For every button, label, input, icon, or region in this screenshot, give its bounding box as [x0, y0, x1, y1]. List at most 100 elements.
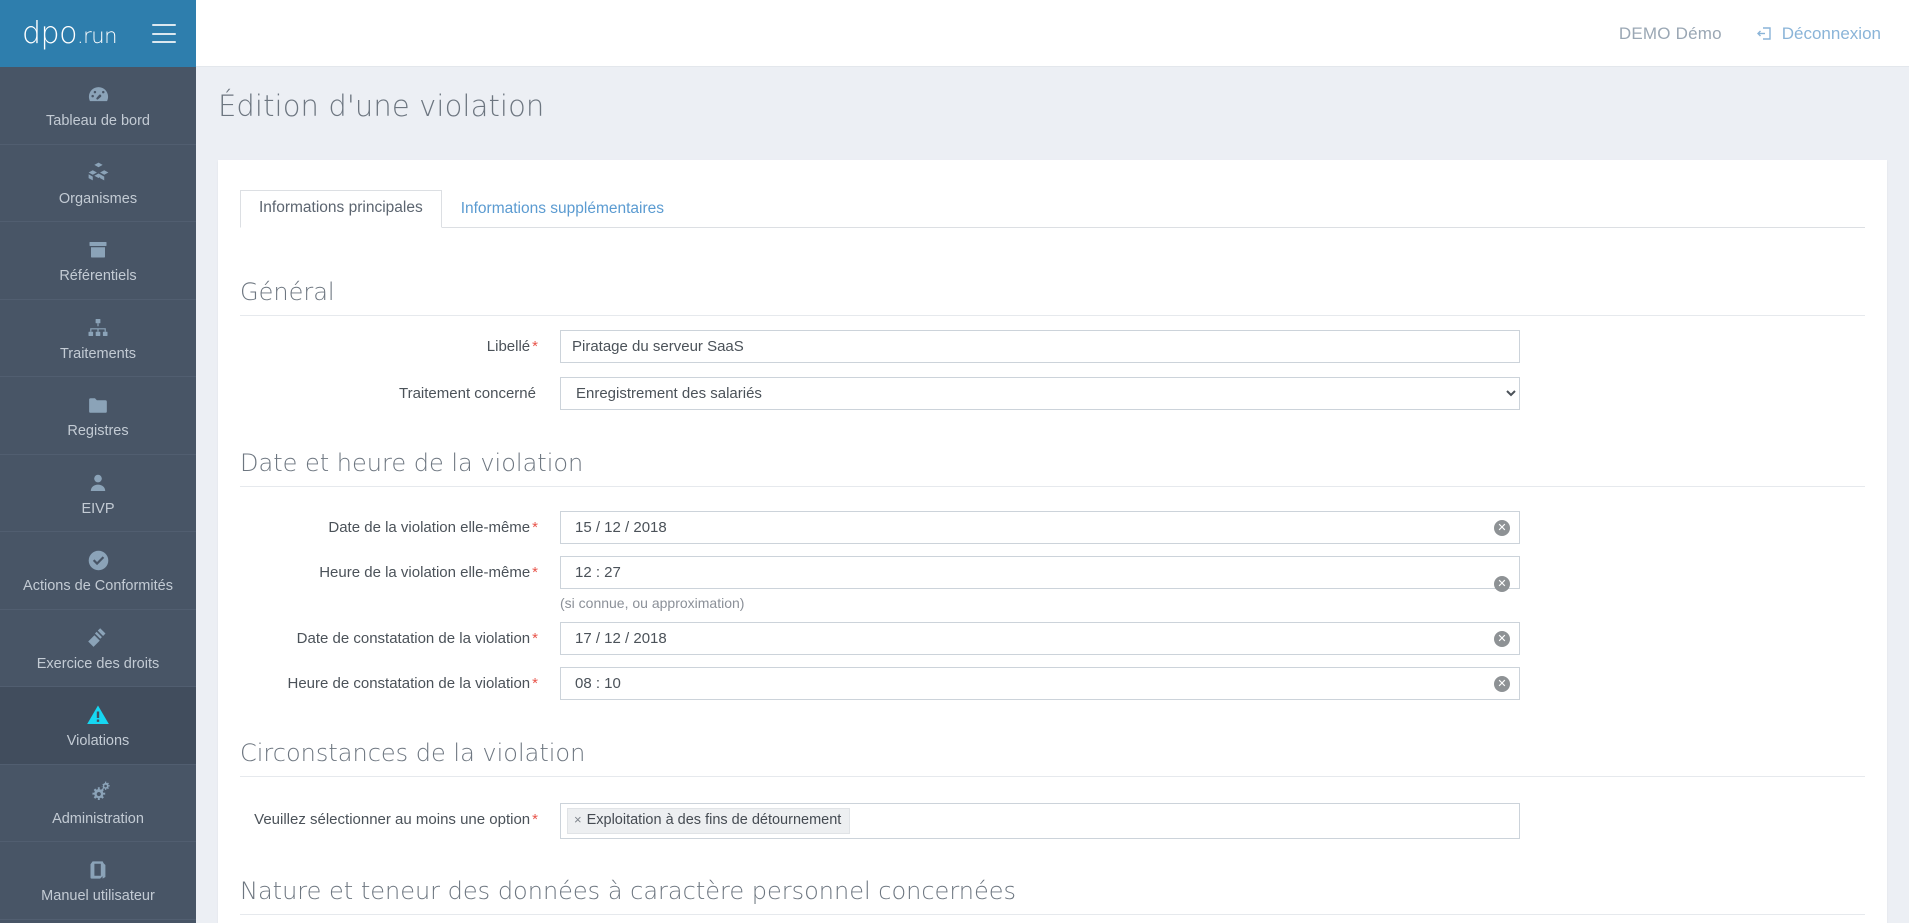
- field-label-libelle: Libellé *: [240, 330, 560, 357]
- sidebar-item-organismes[interactable]: Organismes: [0, 145, 196, 222]
- required-marker: *: [532, 675, 538, 692]
- cubes-icon: [85, 160, 111, 186]
- date-violation-input[interactable]: [560, 511, 1520, 544]
- field-label-date-constatation: Date de constatation de la violation *: [240, 622, 560, 649]
- sidebar-item-violations[interactable]: Violations: [0, 687, 196, 765]
- folder-icon: [85, 392, 111, 418]
- field-label-heure-violation: Heure de la violation elle-même *: [240, 556, 560, 583]
- sidebar-item-exercice-des-droits[interactable]: Exercice des droits: [0, 610, 196, 687]
- sidebar-item-referentiels[interactable]: Référentiels: [0, 222, 196, 300]
- field-label-text: Veuillez sélectionner au moins une optio…: [254, 811, 531, 828]
- content-panel: Informations principales Informations su…: [218, 160, 1887, 923]
- field-label-text: Date de constatation de la violation: [296, 630, 531, 647]
- field-label-text: Libellé: [486, 338, 531, 355]
- field-label-text: Heure de constatation de la violation: [287, 675, 531, 692]
- hamburger-icon[interactable]: [152, 24, 176, 43]
- check-circle-icon: [85, 547, 111, 573]
- date-constatation-input[interactable]: [560, 622, 1520, 655]
- main-content: Édition d'une violation Informations pri…: [196, 67, 1909, 923]
- field-control-heure-constatation: ✕: [560, 667, 1520, 700]
- clear-circle-icon[interactable]: ✕: [1494, 630, 1510, 647]
- required-marker: *: [532, 338, 538, 355]
- app-logo-suffix: .run: [76, 23, 117, 48]
- heure-violation-hint: (si connue, ou approximation): [560, 595, 745, 611]
- selected-tag[interactable]: × Exploitation à des fins de détournemen…: [567, 808, 851, 834]
- field-row-traitement: Traitement concerné Enregistrement des s…: [240, 377, 1865, 410]
- sidebar-item-label: Tableau de bord: [46, 113, 150, 129]
- logout-icon: [1756, 25, 1773, 42]
- form-area: Général Libellé* Traitement concerné Enr…: [218, 278, 1887, 915]
- gears-icon: [85, 780, 111, 806]
- sidebar: Tableau de bord Organismes Référentiels …: [0, 67, 196, 923]
- hamburger-bar: [152, 41, 176, 43]
- field-label-date-violation: Date de la violation elle-même *: [240, 511, 560, 538]
- logout-button[interactable]: Déconnexion: [1756, 24, 1881, 44]
- sidebar-item-label: Traitements: [59, 345, 136, 362]
- required-marker: *: [532, 811, 538, 828]
- section-title-datetime: Date et heure de la violation: [240, 449, 1865, 487]
- sidebar-item-tableau-de-bord[interactable]: Tableau de bord: [0, 67, 196, 145]
- current-user-label: DEMO Démo: [1618, 23, 1722, 43]
- gavel-icon: [85, 625, 111, 651]
- brand-block: dpo.run: [0, 0, 196, 67]
- traitement-select[interactable]: Enregistrement des salariés: [560, 377, 1520, 410]
- sidebar-item-label: Référentiels: [59, 268, 137, 284]
- libelle-input[interactable]: [560, 330, 1520, 363]
- clear-circle-icon[interactable]: ✕: [1494, 519, 1510, 536]
- top-bar: dpo.run DEMO Démo Déconnexion: [0, 0, 1909, 67]
- sidebar-item-label: Administration: [52, 810, 144, 827]
- hamburger-bar: [152, 24, 176, 26]
- sidebar-item-traitements[interactable]: Traitements: [0, 300, 196, 377]
- sidebar-item-administration[interactable]: Administration: [0, 765, 196, 842]
- tag-remove-icon[interactable]: ×: [574, 812, 582, 829]
- field-row-date-violation: Date de la violation elle-même* ✕: [240, 511, 1865, 544]
- sidebar-item-registres[interactable]: Registres: [0, 377, 196, 455]
- required-marker: *: [532, 519, 538, 536]
- book-icon: [85, 857, 111, 883]
- field-label-text: Heure de la violation elle-même: [319, 564, 531, 581]
- sidebar-item-label: Manuel utilisateur: [41, 888, 155, 904]
- field-control-heure-violation: ✕ (si connue, ou approximation): [560, 556, 1520, 611]
- circonstances-multiselect[interactable]: × Exploitation à des fins de détournemen…: [560, 803, 1520, 839]
- required-marker: *: [532, 630, 538, 647]
- field-label-traitement: Traitement concerné: [240, 377, 560, 404]
- dashboard-icon: [85, 82, 111, 108]
- hamburger-bar: [152, 32, 176, 35]
- field-row-circonstances: Veuillez sélectionner au moins une optio…: [240, 803, 1865, 839]
- sidebar-item-label: Exercice des droits: [36, 655, 160, 672]
- section-title-general: Général: [240, 278, 1865, 316]
- field-control-libelle: [560, 330, 1520, 363]
- field-label-heure-constatation: Heure de constatation de la violation *: [240, 667, 560, 694]
- sidebar-item-label: Violations: [66, 733, 130, 749]
- sidebar-item-label: Organismes: [58, 190, 138, 207]
- field-label-text: Date de la violation elle-même: [328, 519, 531, 536]
- heure-violation-input[interactable]: [560, 556, 1520, 589]
- field-label-circonstances: Veuillez sélectionner au moins une optio…: [240, 803, 560, 830]
- app-logo[interactable]: dpo.run: [22, 15, 117, 51]
- page-title: Édition d'une violation: [218, 89, 545, 123]
- tab-informations-principales[interactable]: Informations principales: [240, 190, 442, 228]
- field-label-text: Traitement concerné: [398, 385, 536, 402]
- heure-constatation-input[interactable]: [560, 667, 1520, 700]
- user-icon: [85, 470, 111, 496]
- tag-label: Exploitation à des fins de détournement: [586, 812, 842, 828]
- field-control-date-violation: ✕: [560, 511, 1520, 544]
- clear-circle-icon[interactable]: ✕: [1494, 575, 1510, 592]
- sidebar-item-label: EIVP: [81, 500, 115, 517]
- top-bar-right: DEMO Démo Déconnexion: [1619, 0, 1881, 67]
- field-control-circonstances: × Exploitation à des fins de détournemen…: [560, 803, 1520, 839]
- sitemap-icon: [85, 315, 111, 341]
- field-row-heure-violation: Heure de la violation elle-même* ✕ (si c…: [240, 556, 1865, 611]
- sidebar-item-manuel-utilisateur[interactable]: Manuel utilisateur: [0, 842, 196, 920]
- field-control-date-constatation: ✕: [560, 622, 1520, 655]
- sidebar-item-actions-de-conformites[interactable]: Actions de Conformités: [0, 532, 196, 610]
- tab-informations-supplementaires[interactable]: Informations supplémentaires: [442, 191, 683, 228]
- app-logo-name: dpo: [22, 15, 77, 51]
- section-title-circonstances: Circonstances de la violation: [240, 739, 1865, 777]
- field-row-date-constatation: Date de constatation de la violation* ✕: [240, 622, 1865, 655]
- clear-circle-icon[interactable]: ✕: [1494, 675, 1510, 692]
- field-row-heure-constatation: Heure de constatation de la violation* ✕: [240, 667, 1865, 700]
- tab-bar: Informations principales Informations su…: [240, 190, 1865, 228]
- archive-icon: [85, 237, 111, 263]
- sidebar-item-eivp[interactable]: EIVP: [0, 455, 196, 532]
